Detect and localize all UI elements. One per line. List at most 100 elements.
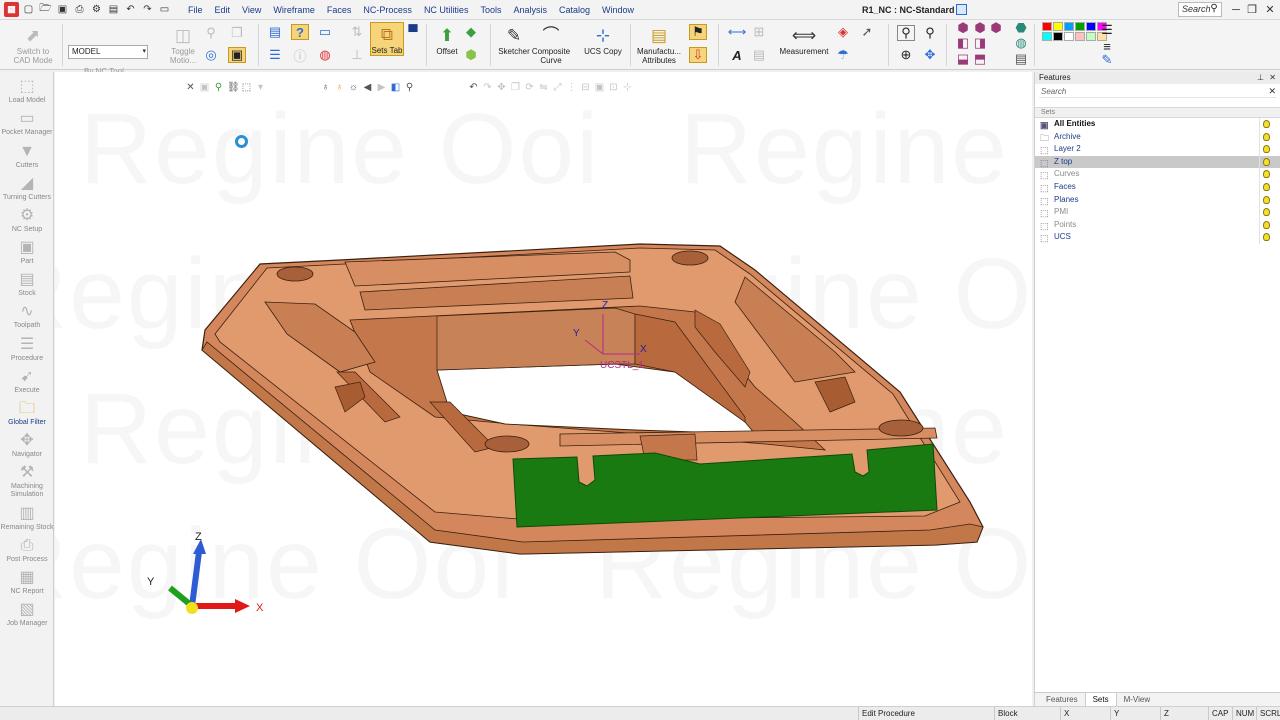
visibility-bulb-icon[interactable] bbox=[1263, 182, 1270, 191]
eraser-icon[interactable]: ◈ bbox=[834, 24, 852, 40]
document-window-icon[interactable] bbox=[956, 4, 967, 15]
tab-m-view[interactable]: M-View bbox=[1117, 693, 1158, 706]
undo-icon[interactable]: ↶ bbox=[123, 2, 138, 17]
menu-catalog[interactable]: Catalog bbox=[553, 0, 596, 20]
brush-icon[interactable]: ✎ bbox=[1098, 52, 1116, 68]
sidebar-item-job-manager[interactable]: ▧ Job Manager bbox=[0, 600, 54, 628]
tab-sets[interactable]: Sets bbox=[1084, 693, 1117, 706]
menu-wireframe[interactable]: Wireframe bbox=[267, 0, 321, 20]
menu-nc-process[interactable]: NC-Process bbox=[357, 0, 418, 20]
datum-icon[interactable]: ⊞ bbox=[750, 24, 768, 40]
line-style-icon[interactable]: ☰ bbox=[1098, 22, 1116, 38]
tree-icon[interactable]: ⊥ bbox=[348, 47, 366, 63]
pick-icon[interactable]: ◎ bbox=[202, 47, 220, 63]
visibility-bulb-icon[interactable] bbox=[1263, 120, 1270, 128]
color-swatch[interactable] bbox=[1064, 32, 1074, 41]
view-iso-icon[interactable]: ⬢ bbox=[954, 20, 972, 36]
sidebar-item-nc-report[interactable]: ▦ NC Report bbox=[0, 568, 54, 596]
menu-analysis[interactable]: Analysis bbox=[507, 0, 553, 20]
color-swatch[interactable] bbox=[1042, 32, 1052, 41]
set-row-curves[interactable]: ⬚ Curves bbox=[1035, 168, 1280, 181]
sidebar-item-remaining-stock[interactable]: ▥ Remaining Stock bbox=[0, 504, 54, 532]
zoom-window-icon[interactable]: ⚲ bbox=[897, 25, 915, 41]
print-icon[interactable]: ⎙ bbox=[72, 2, 87, 17]
sidebar-item-post-process[interactable]: ⎙ Post Process bbox=[0, 536, 54, 564]
orientation-triad[interactable]: Z Y X bbox=[147, 531, 264, 614]
render-shaded-icon[interactable]: ⬣ bbox=[1012, 20, 1030, 36]
set-row-points[interactable]: ⬚ Points bbox=[1035, 218, 1280, 232]
zoom-in-icon[interactable]: ⊕ bbox=[897, 47, 915, 63]
sidebar-item-navigator[interactable]: ✥ Navigator bbox=[0, 431, 54, 459]
set-row-all-entities[interactable]: ▣ All Entities bbox=[1035, 118, 1280, 131]
window-list-icon[interactable]: ▭ bbox=[157, 2, 172, 17]
settings-icon[interactable]: ⚙ bbox=[89, 2, 104, 17]
sidebar-item-load-model[interactable]: ⬚ Load Model bbox=[0, 77, 54, 105]
manufacturing-attributes-button[interactable]: ▤ Manufactu... Attributes bbox=[634, 24, 684, 66]
list-icon[interactable]: ☰ bbox=[266, 47, 284, 63]
window-icon[interactable]: ▤ bbox=[266, 24, 284, 40]
view-top-icon[interactable]: ⬢ bbox=[987, 20, 1005, 36]
tag-icon[interactable]: ⚑ bbox=[689, 24, 707, 40]
set-row-layer-2[interactable]: ⬚ Layer 2 bbox=[1035, 143, 1280, 156]
menu-file[interactable]: File bbox=[182, 0, 209, 20]
pan-icon[interactable]: ✥ bbox=[921, 47, 939, 63]
open-file-icon[interactable]: 🗁 bbox=[38, 2, 53, 17]
sidebar-item-procedure[interactable]: ☰ Procedure bbox=[0, 335, 54, 363]
sketcher-button[interactable]: ✎ Sketcher bbox=[496, 24, 532, 57]
visibility-bulb-icon[interactable] bbox=[1263, 233, 1270, 242]
color-swatch[interactable] bbox=[1042, 22, 1052, 31]
color-swatch[interactable] bbox=[1053, 32, 1063, 41]
color-swatch[interactable] bbox=[1064, 22, 1074, 31]
sidebar-item-pocket-manager[interactable]: ▭ Pocket Manager bbox=[0, 109, 54, 137]
menu-edit[interactable]: Edit bbox=[209, 0, 237, 20]
color-swatch[interactable] bbox=[1053, 22, 1063, 31]
visibility-bulb-icon[interactable] bbox=[1263, 220, 1270, 229]
panel-icon[interactable]: ▭ bbox=[316, 24, 334, 40]
switch-to-cad-button[interactable]: ⬈ Switch to CAD Mode bbox=[8, 24, 58, 66]
menu-view[interactable]: View bbox=[236, 0, 267, 20]
box-select-icon[interactable]: ▣ bbox=[228, 47, 246, 63]
offset-button[interactable]: ⬆ Offset bbox=[432, 24, 462, 57]
sets-tab-button[interactable]: ⧉ Sets Tab bbox=[370, 22, 404, 56]
sidebar-item-cutters[interactable]: ▼ Cutters bbox=[0, 142, 54, 170]
tab-features[interactable]: Features bbox=[1039, 693, 1085, 706]
color-swatch[interactable] bbox=[1086, 22, 1096, 31]
features-search-input[interactable]: Search ✕ bbox=[1039, 85, 1276, 98]
save-icon[interactable]: ▣ bbox=[55, 2, 70, 17]
view-back-icon[interactable]: ◨ bbox=[971, 35, 989, 51]
toggle-motion-button[interactable]: ◫ Toggle Motio... bbox=[164, 24, 202, 66]
dimension-icon[interactable]: ⟷ bbox=[728, 24, 747, 40]
help-icon[interactable]: ? bbox=[291, 24, 309, 40]
set-row-z-top[interactable]: ⬚ Z top bbox=[1035, 155, 1280, 169]
view-side-icon[interactable]: ◧ bbox=[954, 35, 972, 51]
visibility-bulb-icon[interactable] bbox=[1263, 195, 1270, 204]
maximize-button[interactable]: ❐ bbox=[1242, 0, 1262, 20]
graphics-viewport[interactable]: Regine Ooi Regine Ooi Regine Ooi Regine … bbox=[55, 72, 1032, 706]
render-hidden-icon[interactable]: ▤ bbox=[1012, 51, 1030, 67]
visibility-bulb-icon[interactable] bbox=[1263, 157, 1270, 166]
text-icon[interactable]: A bbox=[728, 47, 746, 63]
copy-icon[interactable]: ❐ bbox=[228, 25, 246, 41]
pin-icon[interactable]: ⊥ bbox=[1257, 72, 1264, 84]
menu-faces[interactable]: Faces bbox=[321, 0, 358, 20]
set-row-faces[interactable]: ⬚ Faces bbox=[1035, 180, 1280, 194]
color-swatch[interactable] bbox=[1075, 22, 1085, 31]
info-icon[interactable]: ⓘ bbox=[291, 47, 309, 64]
menu-window[interactable]: Window bbox=[596, 0, 640, 20]
sidebar-item-global-filter[interactable]: 🗀 Global Filter bbox=[0, 399, 54, 427]
color-swatch[interactable] bbox=[1075, 32, 1085, 41]
visibility-bulb-icon[interactable] bbox=[1263, 208, 1270, 217]
new-file-icon[interactable]: ▢ bbox=[21, 2, 36, 17]
sidebar-item-execute[interactable]: ➹ Execute bbox=[0, 367, 54, 395]
surface-icon[interactable]: ◆ bbox=[462, 24, 480, 40]
zoom-icon[interactable]: ⚲ bbox=[921, 25, 939, 41]
composite-curve-button[interactable]: ⌒ Composite Curve bbox=[532, 24, 570, 66]
menu-nc-utilities[interactable]: NC Utilities bbox=[418, 0, 475, 20]
sidebar-item-stock[interactable]: ▤ Stock bbox=[0, 270, 54, 298]
sort-icon[interactable]: ⇅ bbox=[348, 24, 366, 40]
set-row-pmi[interactable]: ⬚ PMI bbox=[1035, 206, 1280, 219]
app-menu-icon[interactable]: ▦ bbox=[4, 2, 19, 17]
menu-tools[interactable]: Tools bbox=[474, 0, 507, 20]
measurement-button[interactable]: ⟺ Measurement bbox=[778, 24, 830, 57]
sidebar-item-toolpath[interactable]: ∿ Toolpath bbox=[0, 302, 54, 330]
